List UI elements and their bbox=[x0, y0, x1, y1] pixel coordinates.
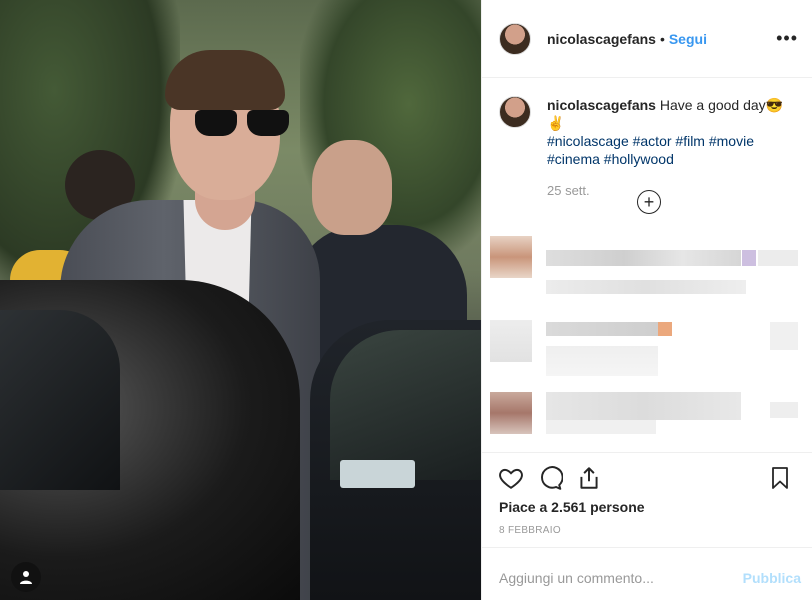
follow-button[interactable]: Segui bbox=[669, 31, 707, 47]
blurred-comment-meta bbox=[546, 420, 656, 434]
header-separator: • bbox=[659, 30, 665, 47]
post-date: 8 FEBBRAIO bbox=[499, 525, 561, 536]
header-username[interactable]: nicolascagefans bbox=[547, 31, 656, 47]
caption-hashtags-line2[interactable]: #cinema #hollywood bbox=[547, 151, 674, 167]
person-icon bbox=[20, 571, 32, 584]
photo-car-left bbox=[0, 280, 300, 600]
add-comment-bar: Aggiungi un commento... Pubblica bbox=[482, 547, 812, 600]
post-header: nicolascagefans • Segui ••• bbox=[482, 0, 812, 78]
avatar[interactable] bbox=[499, 22, 531, 55]
post-photo[interactable] bbox=[0, 0, 481, 600]
post-side-panel: nicolascagefans • Segui ••• nicolascagef… bbox=[481, 0, 812, 600]
blurred-pixel bbox=[758, 250, 798, 266]
caption-block: nicolascagefans Have a good day😎✌ #nicol… bbox=[482, 78, 812, 200]
caption-text: nicolascagefans Have a good day😎✌ #nicol… bbox=[547, 96, 796, 200]
share-icon[interactable] bbox=[576, 465, 602, 491]
likes-count[interactable]: Piace a 2.561 persone bbox=[499, 499, 645, 515]
action-icons bbox=[498, 465, 798, 493]
comment-icon[interactable] bbox=[537, 465, 563, 491]
more-options-icon[interactable]: ••• bbox=[776, 28, 798, 49]
user-tag-icon[interactable] bbox=[11, 562, 41, 592]
blurred-comment-text bbox=[546, 392, 741, 420]
blurred-pixel bbox=[742, 250, 756, 266]
comment-input[interactable]: Aggiungi un commento... bbox=[499, 570, 654, 586]
publish-button[interactable]: Pubblica bbox=[743, 570, 801, 586]
blurred-pixel bbox=[770, 402, 798, 418]
blurred-avatar bbox=[490, 320, 532, 362]
post-actions: Piace a 2.561 persone 8 FEBBRAIO Aggiung… bbox=[482, 452, 812, 600]
caption-hashtags-line1[interactable]: #nicolascage #actor #film #movie bbox=[547, 133, 754, 149]
blurred-pixel bbox=[658, 322, 672, 336]
caption-avatar[interactable] bbox=[499, 96, 531, 128]
blurred-avatar bbox=[490, 392, 532, 434]
bookmark-icon[interactable] bbox=[768, 465, 792, 491]
caption-date: 25 sett. bbox=[547, 183, 590, 198]
caption-username[interactable]: nicolascagefans bbox=[547, 97, 656, 113]
photo-car-right bbox=[310, 320, 481, 600]
blurred-comment-text bbox=[546, 322, 658, 336]
blurred-comment-meta bbox=[546, 346, 658, 376]
blurred-comment-meta bbox=[546, 280, 746, 294]
blurred-comment-text bbox=[546, 250, 741, 266]
blurred-pixel bbox=[770, 322, 798, 350]
heart-icon[interactable] bbox=[498, 465, 524, 491]
plus-circle-icon[interactable]: + bbox=[637, 190, 661, 214]
blurred-avatar bbox=[490, 236, 532, 278]
